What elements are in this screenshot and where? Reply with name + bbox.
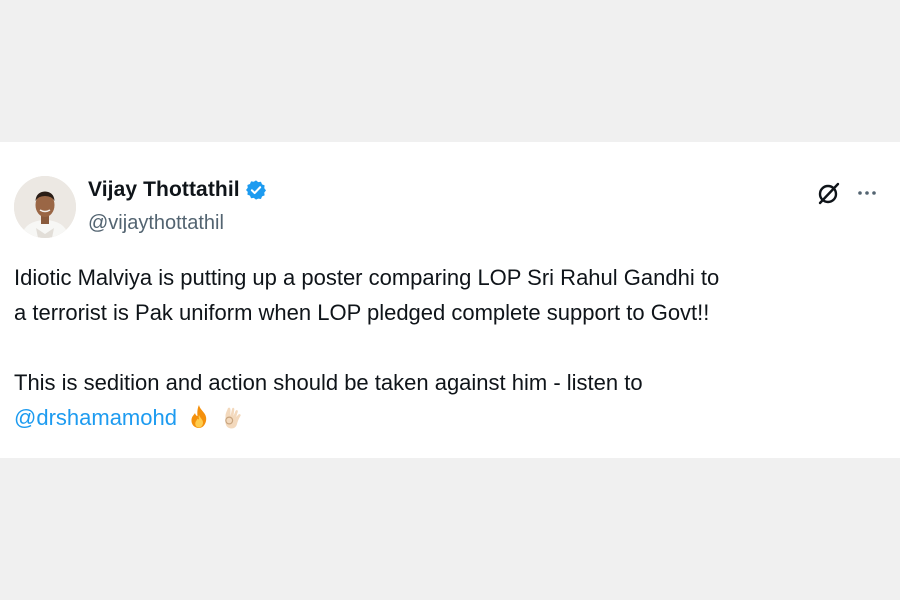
screenshot-frame: Vijay Thottathil @vijaythottathil Idioti… — [0, 0, 900, 600]
tweet-top-actions — [816, 180, 878, 211]
grok-icon[interactable] — [816, 180, 842, 211]
profile-photo-icon — [14, 176, 76, 238]
tweet-card[interactable]: Vijay Thottathil @vijaythottathil Idioti… — [0, 142, 900, 458]
fire-emoji-icon — [187, 404, 211, 440]
tweet-line-4: @drshamamohd — [14, 400, 884, 440]
tweet-line-1: Idiotic Malviya is putting up a poster c… — [14, 265, 720, 290]
more-options-icon[interactable] — [856, 182, 878, 209]
avatar[interactable] — [14, 176, 76, 238]
mention-link[interactable]: @drshamamohd — [14, 405, 177, 430]
author-handle[interactable]: @vijaythottathil — [88, 212, 224, 235]
tweet-line-3: This is sedition and action should be ta… — [14, 370, 643, 395]
tweet-text: Idiotic Malviya is putting up a poster c… — [14, 260, 884, 440]
author-name-row: Vijay Thottathil — [88, 178, 267, 202]
verified-badge-icon — [245, 179, 267, 201]
author-display-name[interactable]: Vijay Thottathil — [88, 178, 240, 202]
tweet-line-2: a terrorist is Pak uniform when LOP pled… — [14, 300, 710, 325]
ok-hand-emoji-icon — [221, 404, 245, 440]
